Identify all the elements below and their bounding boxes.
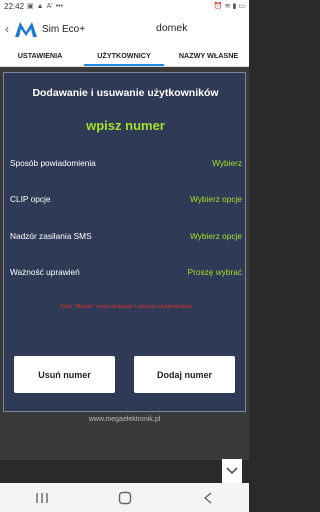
- home-icon[interactable]: [110, 488, 140, 508]
- row-clip-options[interactable]: CLIP opcje Wybierz opcje: [10, 192, 242, 206]
- app-bar: ‹ Sim Eco+ domek: [0, 13, 249, 45]
- row-select[interactable]: Wybierz: [212, 158, 242, 168]
- image-icon: ▣: [27, 3, 34, 10]
- row-select[interactable]: Proszę wybrać: [188, 267, 242, 277]
- app-name: Sim Eco+: [42, 23, 86, 35]
- row-select[interactable]: Wybierz opcje: [190, 194, 242, 204]
- row-notification-method[interactable]: Sposób powiadomienia Wybierz: [10, 156, 242, 170]
- text-size-icon: A': [46, 3, 53, 10]
- row-permission-validity[interactable]: Ważność uprawień Proszę wybrać: [10, 265, 242, 279]
- device-name: domek: [156, 22, 188, 34]
- more-dots-icon: •••: [55, 3, 63, 10]
- signal-icon: ▮: [232, 3, 237, 10]
- tab-ustawienia[interactable]: USTAWIENIA: [0, 45, 80, 66]
- tab-uzytkownicy[interactable]: UŻYTKOWNICY: [80, 45, 168, 66]
- system-nav-bar: [0, 483, 249, 512]
- add-number-button[interactable]: Dodaj numer: [134, 356, 235, 393]
- alarm-icon: ⏰: [213, 3, 223, 10]
- row-label: Ważność uprawień: [10, 267, 80, 277]
- recent-apps-icon[interactable]: [27, 488, 57, 508]
- row-sms-power-monitoring[interactable]: Nadzór zasilania SMS Wybierz opcje: [10, 229, 242, 243]
- battery-icon: ▭: [238, 3, 245, 10]
- tab-nazwy-wlasne[interactable]: NAZWY WŁASNE: [168, 45, 249, 66]
- row-label: Sposób powiadomienia: [10, 158, 96, 168]
- back-arrow-icon[interactable]: ‹: [0, 22, 14, 36]
- row-label: CLIP opcje: [10, 194, 51, 204]
- tab-bar: USTAWIENIA UŻYTKOWNICY NAZWY WŁASNE: [0, 45, 249, 67]
- users-panel: Dodawanie i usuwanie użytkowników wpisz …: [3, 72, 246, 412]
- row-select[interactable]: Wybierz opcje: [190, 231, 242, 241]
- remove-number-button[interactable]: Usuń numer: [14, 356, 115, 393]
- phone-number-input[interactable]: wpisz numer: [4, 118, 247, 133]
- panel-title: Dodawanie i usuwanie użytkowników: [32, 87, 219, 99]
- master-warning-text: Tylko "Master" może dodawać i usuwać uży…: [59, 304, 192, 310]
- app-logo-icon: [15, 22, 37, 37]
- wifi-icon: ≋: [224, 3, 231, 10]
- status-time: 22:42: [4, 2, 25, 11]
- chevron-down-icon[interactable]: [222, 459, 242, 483]
- row-label: Nadzór zasilania SMS: [10, 231, 92, 241]
- status-bar: 22:42 ▣ ▲ A' ••• ⏰ ≋ ▮ ▭: [0, 0, 249, 13]
- notification-icon: ▲: [36, 3, 44, 10]
- back-icon[interactable]: [193, 488, 223, 508]
- footer-link[interactable]: www.megaelektronik.pl: [0, 416, 249, 423]
